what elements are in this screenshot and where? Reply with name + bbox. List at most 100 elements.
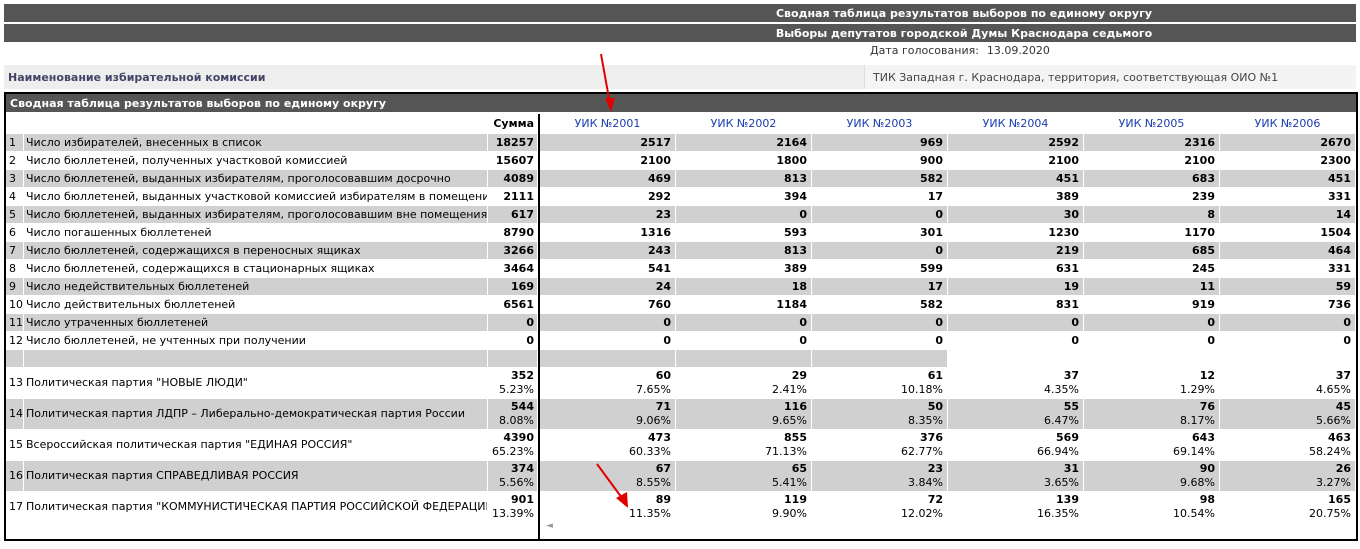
row-name: Число погашенных бюллетеней [24, 224, 488, 242]
row-number: 11 [6, 314, 24, 332]
party-sum-votes: 352 [511, 369, 534, 382]
scroll-left-icon[interactable]: ◄ [546, 521, 553, 531]
uik-value: 0 [676, 332, 812, 350]
uik-party-percent: 12.02% [901, 507, 943, 520]
uik-party-votes: 473 [648, 431, 671, 444]
uik-value: 2100 [1084, 152, 1220, 170]
uik-party-cell: 45 5.66% [1220, 399, 1356, 430]
uik-value: 582 [812, 296, 948, 314]
uik-party-votes: 12 [1199, 369, 1215, 382]
uik-value: 0 [1084, 314, 1220, 332]
uik-value: 331 [1220, 260, 1356, 278]
page-subtitle-bar: Выборы депутатов городской Думы Краснода… [4, 24, 1356, 53]
uik-party-cell: 29 2.41% [676, 368, 812, 399]
party-row: 473 60.33% 855 71.13% 376 62.77% 569 66.94% 643 6… [540, 430, 1356, 461]
uik-party-percent: 7.65% [636, 383, 671, 396]
uik-value: 1800 [676, 152, 812, 170]
table-right-pane[interactable]: УИК №2001 УИК №2002 УИК №2003 УИК №2004 УИК … [538, 114, 1356, 539]
uik-party-votes: 89 [655, 493, 671, 506]
party-row: 17 Политическая партия "КОММУНИСТИЧЕСКАЯ … [6, 492, 538, 523]
row-number: 8 [6, 260, 24, 278]
uik-header-link[interactable]: УИК №2004 [948, 114, 1084, 134]
uik-value: 239 [1084, 188, 1220, 206]
table-row: 23 0 0 30 8 14 [540, 206, 1356, 224]
uik-header-link[interactable]: УИК №2001 [540, 114, 676, 134]
row-number: 10 [6, 296, 24, 314]
uik-party-percent: 8.35% [908, 414, 943, 427]
party-sum-percent: 5.56% [499, 476, 534, 489]
table-row: 000000 [540, 332, 1356, 350]
uik-value: 631 [948, 260, 1084, 278]
table-row: 3 Число бюллетеней, выданных избирателям,… [6, 170, 538, 188]
table-row: 243 813 0 219 685 464 [540, 242, 1356, 260]
uik-party-votes: 37 [1335, 369, 1351, 382]
uik-party-cell: 463 58.24% [1220, 430, 1356, 461]
uik-value: 599 [812, 260, 948, 278]
row-sum: 3464 [488, 260, 538, 278]
uik-header-link[interactable]: УИК №2002 [676, 114, 812, 134]
voting-date-value: 13.09.2020 [986, 44, 1050, 57]
uik-header-link[interactable]: УИК №2005 [1084, 114, 1220, 134]
uik-party-cell: 37 4.35% [948, 368, 1084, 399]
uik-party-percent: 5.66% [1316, 414, 1351, 427]
uik-party-votes: 72 [927, 493, 943, 506]
uik-value: 301 [812, 224, 948, 242]
uik-value: 451 [1220, 170, 1356, 188]
uik-value: 0 [540, 314, 676, 332]
party-row: 60 7.65% 29 2.41% 61 10.18% 37 4.35% 12 1.29% 37 4.… [540, 368, 1356, 399]
party-name: Политическая партия "НОВЫЕ ЛЮДИ" [24, 368, 488, 399]
row-sum: 6561 [488, 296, 538, 314]
row-number: 1 [6, 134, 24, 152]
uik-party-votes: 376 [920, 431, 943, 444]
uik-party-cell: 67 8.55% [540, 461, 676, 492]
uik-value: 1184 [676, 296, 812, 314]
uik-value: 18 [676, 278, 812, 296]
uik-party-cell: 55 6.47% [948, 399, 1084, 430]
party-sum: 374 5.56% [488, 461, 538, 492]
uik-value: 2100 [948, 152, 1084, 170]
uik-party-cell: 165 20.75% [1220, 492, 1356, 523]
uik-value: 0 [1084, 332, 1220, 350]
uik-party-percent: 9.06% [636, 414, 671, 427]
voting-date-label: Дата голосования: [870, 44, 979, 57]
table-row: 8 Число бюллетеней, содержащихся в стацио… [6, 260, 538, 278]
uik-party-percent: 3.27% [1316, 476, 1351, 489]
row-name: Число утраченных бюллетеней [24, 314, 488, 332]
spacer-cell [6, 350, 24, 368]
uik-value: 389 [676, 260, 812, 278]
table-row: 24 18 17 19 11 59 [540, 278, 1356, 296]
uik-value: 394 [676, 188, 812, 206]
uik-value: 0 [812, 242, 948, 260]
uik-value: 0 [676, 314, 812, 332]
row-name: Число бюллетеней, содержащихся в перенос… [24, 242, 488, 260]
row-name: Число бюллетеней, выданных участковой ко… [24, 188, 488, 206]
uik-party-cell: 90 9.68% [1084, 461, 1220, 492]
table-row: 5 Число бюллетеней, выданных избирателям,… [6, 206, 538, 224]
row-number: 4 [6, 188, 24, 206]
row-sum: 0 [488, 314, 538, 332]
party-number: 15 [6, 430, 24, 461]
uik-value: 2670 [1220, 134, 1356, 152]
row-sum: 15607 [488, 152, 538, 170]
party-row: 13 Политическая партия "НОВЫЕ ЛЮДИ" 352 5.2… [6, 368, 538, 399]
uik-party-percent: 60.33% [629, 445, 671, 458]
row-sum: 8790 [488, 224, 538, 242]
party-sum-percent: 13.39% [492, 507, 534, 520]
uik-header-link[interactable]: УИК №2003 [812, 114, 948, 134]
page-title: Сводная таблица результатов выборов по е… [775, 7, 1152, 20]
uik-party-percent: 58.24% [1309, 445, 1351, 458]
party-row: 89 11.35% 119 9.90% 72 12.02% 139 16.35% 98 10.54… [540, 492, 1356, 523]
table-row: 7 Число бюллетеней, содержащихся в перено… [6, 242, 538, 260]
row-name: Число бюллетеней, выданных избирателям, … [24, 206, 488, 224]
uik-header-link[interactable]: УИК №2006 [1220, 114, 1356, 134]
uik-party-votes: 119 [784, 493, 807, 506]
uik-value: 2517 [540, 134, 676, 152]
uik-value: 2100 [540, 152, 676, 170]
uik-party-votes: 45 [1335, 400, 1351, 413]
uik-party-cell: 61 10.18% [812, 368, 948, 399]
uik-value: 30 [948, 206, 1084, 224]
uik-party-percent: 10.18% [901, 383, 943, 396]
uik-value: 11 [1084, 278, 1220, 296]
row-sum: 18257 [488, 134, 538, 152]
uik-party-cell: 26 3.27% [1220, 461, 1356, 492]
